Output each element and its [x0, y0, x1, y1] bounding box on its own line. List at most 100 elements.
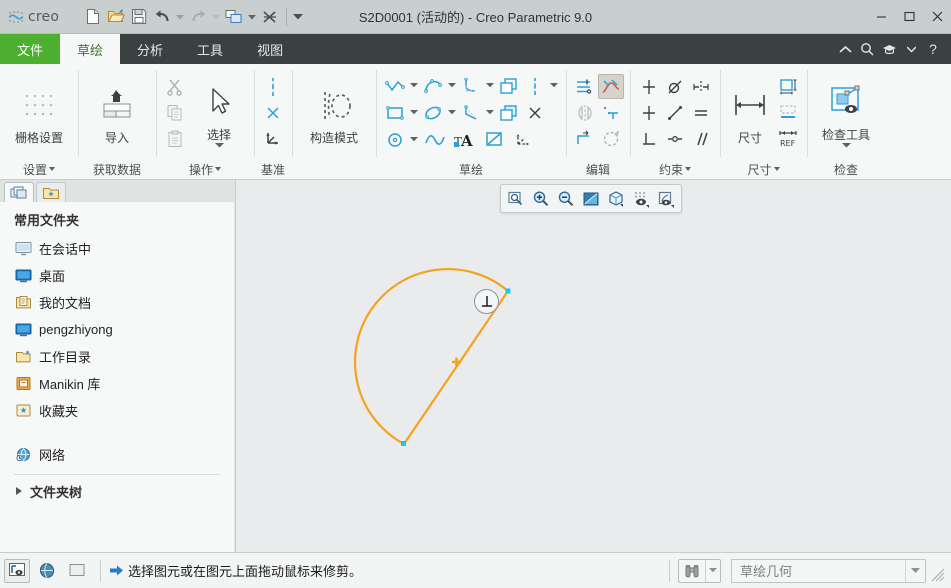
nav-item-network[interactable]: 网络 [0, 441, 234, 468]
select-button[interactable]: 选择 [190, 76, 248, 149]
selection-filter-dropdown[interactable]: 草绘几何 [731, 558, 926, 583]
centerline-button[interactable] [260, 74, 286, 99]
symmetric-constraint-button[interactable] [688, 74, 714, 99]
line-dropdown-arrow[interactable] [408, 73, 420, 98]
project-button[interactable] [480, 127, 510, 152]
close-button[interactable] [923, 0, 951, 34]
nav-item-desktop[interactable]: 桌面 [0, 262, 234, 289]
sketch-point-button[interactable] [522, 100, 548, 125]
coincident-constraint-button[interactable] [662, 126, 688, 151]
arc-3point-button[interactable] [420, 73, 446, 98]
chevron-down-icon[interactable] [901, 38, 921, 60]
sketch-coordinate-system-button[interactable] [510, 127, 536, 152]
refit-button[interactable] [504, 187, 528, 210]
nav-item-pengzhiyong[interactable]: pengzhiyong [0, 316, 234, 343]
global-view-button[interactable] [34, 559, 60, 583]
offset-edge-button[interactable] [496, 73, 522, 98]
open-file-button[interactable] [105, 6, 127, 28]
coordinate-system-button[interactable] [260, 126, 286, 151]
nav-item-working-directory[interactable]: 工作目录 [0, 343, 234, 370]
perpendicular-constraint-marker[interactable] [474, 289, 499, 314]
ribbon-group-label-operations[interactable]: 操作 [156, 159, 254, 179]
fillet-button[interactable] [458, 73, 484, 98]
parallel-constraint-button[interactable] [688, 126, 714, 151]
construction-mode-button[interactable]: 构造模式 [298, 79, 370, 147]
ribbon-group-label-settings[interactable]: 设置 [0, 159, 78, 179]
rotate-resize-button[interactable] [598, 126, 624, 151]
rectangle-dropdown-arrow[interactable] [408, 100, 420, 125]
divide-button[interactable] [598, 100, 624, 125]
zoom-out-button[interactable] [554, 187, 578, 210]
graduation-cap-icon[interactable] [879, 38, 899, 60]
filter-dropdown-arrow[interactable] [905, 559, 925, 582]
find-dropdown-arrow[interactable] [705, 559, 720, 582]
inspect-dropdown-arrow[interactable] [841, 143, 851, 148]
ribbon-group-label-dimensions[interactable]: 尺寸 [720, 159, 807, 179]
paste-button[interactable] [162, 126, 188, 151]
binoculars-icon[interactable] [679, 560, 705, 582]
model-tree-tab[interactable] [4, 182, 34, 202]
ellipse-button[interactable] [420, 100, 446, 125]
question-mark-icon[interactable]: ? [923, 38, 943, 60]
baseline-dimension-button[interactable] [775, 100, 801, 125]
vertical-constraint-button[interactable] [636, 74, 662, 99]
modify-button[interactable] [572, 74, 598, 99]
tab-view[interactable]: 视图 [240, 34, 300, 64]
tab-file[interactable]: 文件 [0, 34, 61, 64]
centerline-sketch-button[interactable] [522, 73, 548, 98]
appearance-gallery-button[interactable] [654, 187, 678, 210]
minimize-button[interactable] [867, 0, 895, 34]
nav-item-in-session[interactable]: 在会话中 [0, 235, 234, 262]
saved-orientations-button[interactable] [604, 187, 628, 210]
repaint-button[interactable] [579, 187, 603, 210]
thicken-edge-button[interactable] [496, 100, 522, 125]
dimension-button[interactable]: 尺寸 [726, 79, 774, 147]
ribbon-group-label-constraints[interactable]: 约束 [630, 159, 720, 179]
tab-tools[interactable]: 工具 [180, 34, 240, 64]
graphics-window[interactable] [236, 180, 951, 552]
datum-point-button[interactable] [260, 100, 286, 125]
nav-item-my-documents[interactable]: 我的文档 [0, 289, 234, 316]
cut-button[interactable] [162, 74, 188, 99]
search-icon[interactable] [857, 38, 877, 60]
chamfer-button[interactable] [458, 100, 484, 125]
equal-constraint-button[interactable] [688, 100, 714, 125]
reference-dimension-button[interactable]: REF [775, 126, 801, 151]
nav-item-manikin-library[interactable]: Manikin 库 [0, 370, 234, 397]
perimeter-dimension-button[interactable] [775, 74, 801, 99]
select-dropdown-arrow[interactable] [214, 143, 224, 148]
tab-sketch[interactable]: 草绘 [60, 34, 121, 64]
resize-grip[interactable] [931, 568, 945, 582]
model-display-button[interactable] [4, 558, 30, 583]
chamfer-dropdown-arrow[interactable] [484, 100, 496, 125]
redo-button[interactable] [187, 6, 209, 28]
nav-item-favorites[interactable]: 收藏夹 [0, 397, 234, 424]
circle-button[interactable] [382, 127, 408, 152]
tangent-constraint-button[interactable] [662, 74, 688, 99]
inspect-tool-button[interactable]: 检查工具 [813, 76, 879, 149]
copy-button[interactable] [162, 100, 188, 125]
save-button[interactable] [128, 6, 150, 28]
circle-dropdown-arrow[interactable] [408, 127, 420, 152]
redo-dropdown-arrow[interactable] [210, 6, 222, 28]
zoom-in-button[interactable] [529, 187, 553, 210]
line-chain-button[interactable] [382, 73, 408, 98]
mirror-button[interactable] [572, 100, 598, 125]
fillet-dropdown-arrow[interactable] [484, 73, 496, 98]
close-window-button[interactable] [259, 6, 281, 28]
midpoint-constraint-button[interactable] [662, 100, 688, 125]
delete-segment-button[interactable] [598, 74, 624, 99]
tab-analysis[interactable]: 分析 [120, 34, 180, 64]
spline-button[interactable] [420, 127, 450, 152]
horizontal-constraint-button[interactable] [636, 100, 662, 125]
perpendicular-constraint-button[interactable] [636, 126, 662, 151]
datum-display-filters-button[interactable] [629, 187, 653, 210]
new-file-button[interactable] [82, 6, 104, 28]
import-button[interactable]: 导入 [84, 79, 150, 147]
undo-button[interactable] [151, 6, 173, 28]
undo-dropdown-arrow[interactable] [174, 6, 186, 28]
maximize-button[interactable] [895, 0, 923, 34]
favorites-tab[interactable] [36, 182, 66, 202]
folder-tree-section[interactable]: 文件夹树 [0, 475, 234, 507]
chevron-up-icon[interactable] [835, 38, 855, 60]
